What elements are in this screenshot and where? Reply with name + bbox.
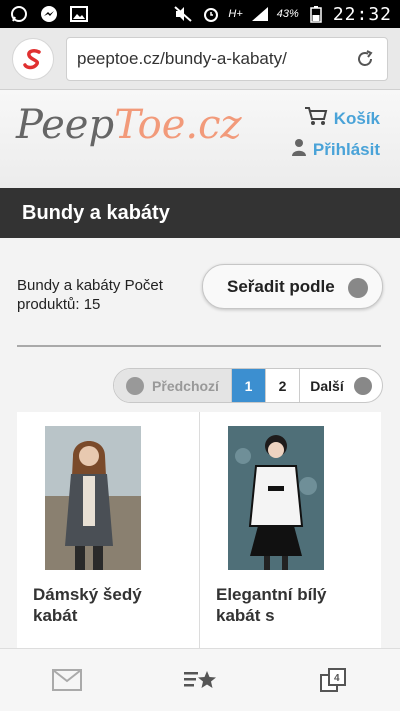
product-grid: Dámský šedý kabát Elegantní bílý kabát s	[17, 412, 381, 652]
product-name[interactable]: Dámský šedý kabát	[33, 584, 183, 626]
reload-icon[interactable]	[353, 47, 377, 71]
pagination: Předchozí 1 2 Další	[113, 368, 383, 403]
prev-label: Předchozí	[152, 377, 219, 394]
next-arrow-icon	[353, 376, 372, 395]
user-icon	[291, 138, 307, 161]
site-logo[interactable]: PeepToe.cz	[16, 102, 242, 148]
main-content: Bundy a kabáty Počet produktů: 15 Seřadi…	[0, 238, 400, 652]
network-type: H+	[228, 8, 243, 20]
tab-count: 4	[334, 673, 340, 684]
logo-toe-text: Toe.cz	[114, 102, 242, 148]
next-label: Další	[310, 377, 344, 394]
address-bar[interactable]: peeptoe.cz/bundy-a-kabaty/	[66, 36, 388, 81]
battery-level: 43%	[276, 8, 299, 20]
alarm-icon	[200, 4, 222, 24]
next-page-button[interactable]: Další	[300, 369, 382, 402]
status-bar: H+ 43% 22:32	[0, 0, 400, 28]
tabs-icon[interactable]: 4	[313, 660, 353, 700]
clock: 22:32	[332, 3, 392, 25]
page-2-button[interactable]: 2	[266, 369, 300, 402]
browser-toolbar: peeptoe.cz/bundy-a-kabaty/	[0, 28, 400, 90]
cart-link[interactable]: Košík	[304, 106, 380, 131]
url-text: peeptoe.cz/bundy-a-kabaty/	[77, 48, 287, 68]
signal-icon	[249, 4, 271, 24]
whatsapp-icon	[8, 4, 30, 24]
product-name[interactable]: Elegantní bílý kabát s	[216, 584, 366, 626]
product-image[interactable]	[45, 426, 141, 570]
sort-label: Seřadit podle	[227, 276, 335, 296]
cart-icon	[304, 106, 328, 131]
login-link[interactable]: Přihlásit	[291, 138, 380, 161]
product-image[interactable]	[228, 426, 324, 570]
page-1-button[interactable]: 1	[232, 369, 266, 402]
product-count: Bundy a kabáty Počet produktů: 15	[17, 277, 163, 313]
sort-button[interactable]: Seřadit podle	[202, 264, 383, 309]
battery-icon	[305, 4, 327, 24]
bookmarks-icon[interactable]	[180, 660, 220, 700]
product-card[interactable]: Dámský šedý kabát	[17, 412, 199, 652]
mute-icon	[172, 4, 194, 24]
prev-page-button[interactable]: Předchozí	[114, 369, 232, 402]
page-title: Bundy a kabáty	[0, 188, 400, 238]
login-label: Přihlásit	[312, 139, 380, 159]
sort-dropdown-icon	[348, 278, 368, 298]
mail-icon[interactable]	[47, 660, 87, 700]
divider	[17, 345, 381, 347]
browser-bottom-bar: 4	[0, 648, 400, 711]
browser-logo-icon[interactable]	[12, 37, 54, 80]
prev-arrow-icon	[126, 376, 145, 395]
logo-peep-text: Peep	[16, 102, 115, 148]
site-header: PeepToe.cz Košík Přihlásit	[0, 90, 400, 188]
product-card[interactable]: Elegantní bílý kabát s	[199, 412, 381, 652]
messenger-icon	[38, 4, 60, 24]
cart-label: Košík	[333, 108, 380, 128]
gallery-icon	[68, 4, 90, 24]
